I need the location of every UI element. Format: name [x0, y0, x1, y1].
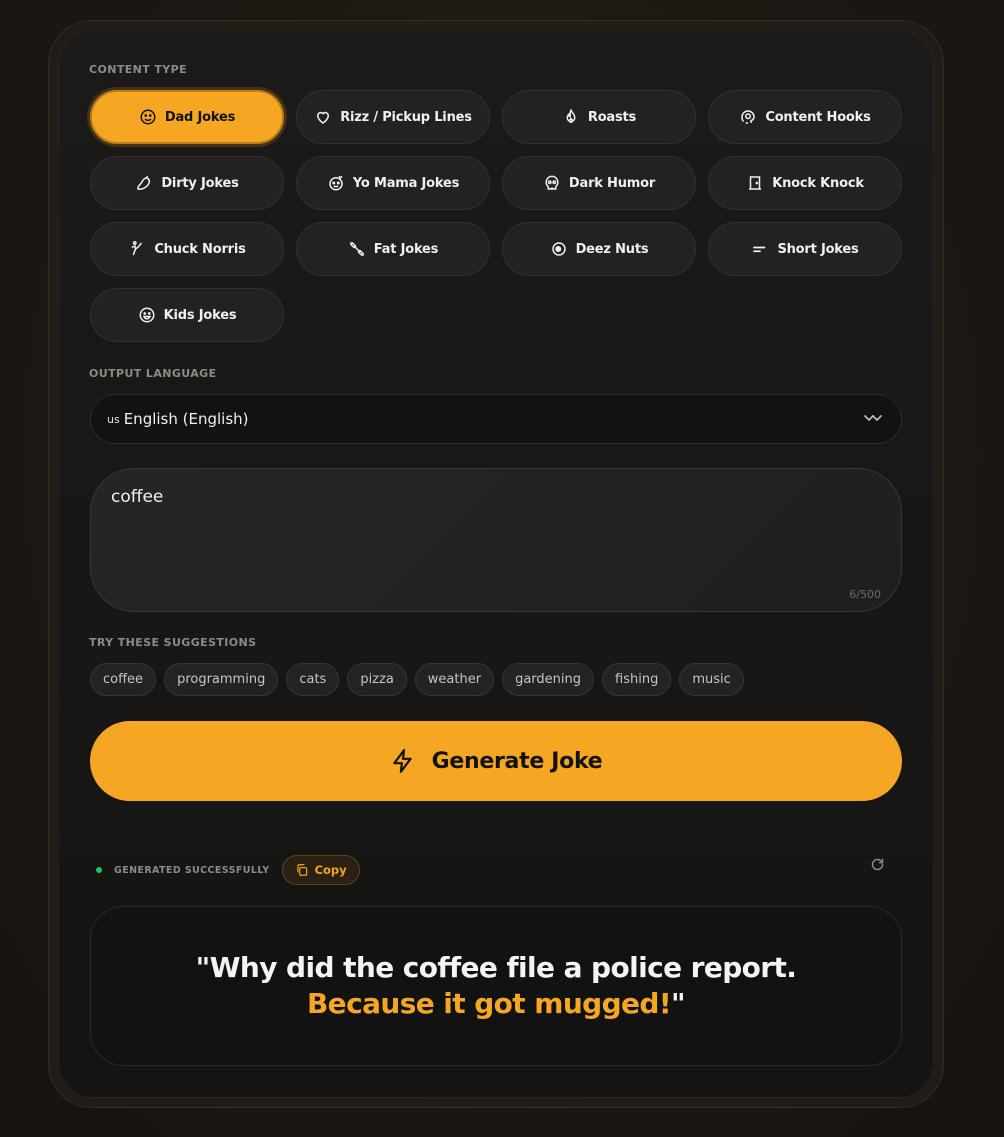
- type-chip-fat-jokes[interactable]: Fat Jokes: [296, 222, 490, 276]
- suggestions-row: coffee programming cats pizza weather ga…: [90, 663, 744, 696]
- type-chip-dark-humor[interactable]: Dark Humor: [502, 156, 696, 210]
- type-chip-label: Dark Humor: [568, 175, 656, 191]
- type-chip-label: Dad Jokes: [164, 109, 236, 125]
- type-chip-label: Roasts: [587, 109, 637, 125]
- door-icon: [746, 174, 764, 192]
- regenerate-button[interactable]: [866, 855, 888, 877]
- type-chip-label: Content Hooks: [765, 109, 871, 125]
- content-type-grid: Dad Jokes Rizz / Pickup Lines Roasts Con…: [90, 90, 902, 342]
- generate-button-label: Generate Joke: [431, 748, 603, 774]
- char-count: 6/500: [849, 588, 881, 601]
- lightning-icon: [390, 748, 416, 774]
- type-chip-label: Kids Jokes: [163, 307, 237, 323]
- type-chip-roasts[interactable]: Roasts: [502, 90, 696, 144]
- status-row: GENERATED SUCCESSFULLY Copy: [96, 855, 360, 885]
- type-chip-dirty-jokes[interactable]: Dirty Jokes: [90, 156, 284, 210]
- type-chip-yo-mama[interactable]: Yo Mama Jokes: [296, 156, 490, 210]
- type-chip-label: Deez Nuts: [575, 241, 649, 257]
- type-chip-label: Fat Jokes: [373, 241, 439, 257]
- skull-icon: [543, 174, 561, 192]
- suggestion-chip[interactable]: coffee: [90, 663, 157, 696]
- output-language-label: OUTPUT LANGUAGE: [89, 367, 217, 380]
- type-chip-label: Rizz / Pickup Lines: [340, 109, 472, 125]
- nut-icon: [550, 240, 568, 258]
- type-chip-label: Short Jokes: [777, 241, 859, 257]
- type-chip-label: Chuck Norris: [154, 241, 246, 257]
- language-selected-value: English (English): [123, 410, 249, 428]
- language-select[interactable]: US English (English): [90, 394, 902, 444]
- topic-input[interactable]: coffee: [111, 487, 871, 577]
- type-chip-short-jokes[interactable]: Short Jokes: [708, 222, 902, 276]
- type-chip-deez-nuts[interactable]: Deez Nuts: [502, 222, 696, 276]
- closing-quote: ": [671, 987, 686, 1020]
- type-chip-rizz[interactable]: Rizz / Pickup Lines: [296, 90, 490, 144]
- heart-icon: [314, 108, 332, 126]
- suggestion-chip[interactable]: weather: [414, 663, 495, 696]
- type-chip-chuck-norris[interactable]: Chuck Norris: [90, 222, 284, 276]
- refresh-icon: [870, 857, 885, 876]
- flame-icon: [562, 108, 580, 126]
- type-chip-kids-jokes[interactable]: Kids Jokes: [90, 288, 284, 342]
- kid-face-icon: [138, 306, 156, 324]
- chevron-down-icon: [863, 412, 883, 426]
- face-icon: [327, 174, 345, 192]
- joke-result: "Why did the coffee file a police report…: [90, 906, 902, 1066]
- status-text: GENERATED SUCCESSFULLY: [114, 864, 270, 876]
- dumbbell-icon: [348, 240, 366, 258]
- short-lines-icon: [751, 240, 769, 258]
- hook-icon: [739, 108, 757, 126]
- type-chip-label: Knock Knock: [772, 175, 864, 191]
- suggestion-chip[interactable]: fishing: [602, 663, 672, 696]
- suggestion-chip[interactable]: cats: [286, 663, 340, 696]
- suggestion-chip[interactable]: gardening: [502, 663, 595, 696]
- us-flag-icon: US: [107, 412, 120, 426]
- copy-icon: [295, 863, 309, 877]
- joke-punchline-line: Because it got mugged!": [306, 986, 686, 1022]
- type-chip-content-hooks[interactable]: Content Hooks: [708, 90, 902, 144]
- kick-icon: [128, 240, 146, 258]
- suggestion-chip[interactable]: pizza: [347, 663, 407, 696]
- generate-joke-button[interactable]: Generate Joke: [90, 721, 902, 801]
- suggestion-chip[interactable]: programming: [164, 663, 279, 696]
- suggestions-label: TRY THESE SUGGESTIONS: [89, 636, 257, 649]
- type-chip-label: Yo Mama Jokes: [352, 175, 460, 191]
- joke-punchline: Because it got mugged!: [306, 987, 672, 1020]
- content-type-label: CONTENT TYPE: [89, 63, 188, 76]
- joke-setup: "Why did the coffee file a police report…: [195, 951, 797, 984]
- smile-icon: [139, 108, 157, 126]
- type-chip-label: Dirty Jokes: [161, 175, 239, 191]
- suggestion-chip[interactable]: music: [679, 663, 744, 696]
- copy-label: Copy: [314, 863, 347, 877]
- copy-button[interactable]: Copy: [281, 855, 360, 885]
- type-chip-knock-knock[interactable]: Knock Knock: [708, 156, 902, 210]
- success-dot: [96, 867, 102, 873]
- type-chip-dad-jokes[interactable]: Dad Jokes: [90, 90, 284, 144]
- eggplant-icon: [135, 174, 153, 192]
- topic-input-box: coffee 6/500: [90, 468, 902, 612]
